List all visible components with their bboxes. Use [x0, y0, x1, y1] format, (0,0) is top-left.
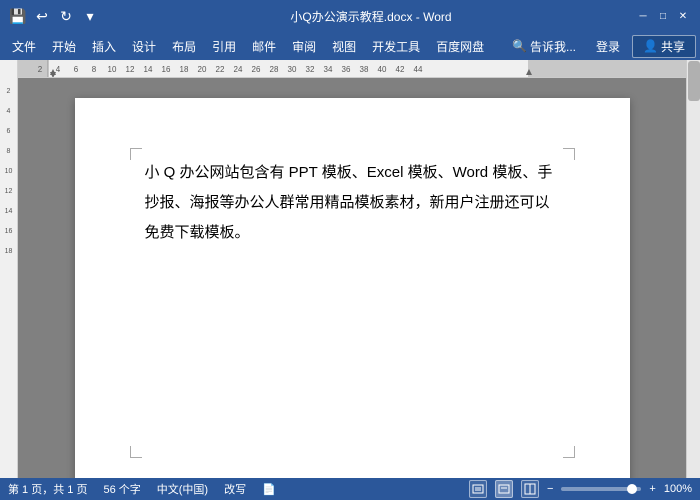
svg-text:34: 34: [324, 65, 333, 74]
svg-text:32: 32: [306, 65, 315, 74]
svg-text:38: 38: [360, 65, 369, 74]
svg-text:20: 20: [198, 65, 207, 74]
search-label: 告诉我...: [530, 38, 576, 55]
vertical-ruler: 2 4 6 8 10 12 14 16 18: [0, 60, 18, 478]
menu-layout[interactable]: 布局: [164, 33, 204, 59]
horizontal-ruler: 2 4 6 8 10 12 14 16 18 20 22 24 26 28 30…: [18, 60, 686, 78]
undo-icon[interactable]: ↩: [32, 6, 52, 26]
svg-text:12: 12: [126, 65, 135, 74]
person-icon: 👤: [643, 39, 658, 53]
page-info: 第 1 页，共 1 页: [8, 481, 87, 497]
header-right-actions: 🔍 告诉我... 登录 👤 共享: [504, 35, 696, 58]
document-content[interactable]: 小 Q 办公网站包含有 PPT 模板、Excel 模板、Word 模板、手抄报、…: [145, 158, 560, 248]
svg-text:16: 16: [162, 65, 171, 74]
ruler-num: 8: [0, 148, 17, 155]
corner-mark-bl: [130, 446, 142, 458]
ruler-num: 12: [0, 188, 17, 195]
svg-text:24: 24: [234, 65, 243, 74]
zoom-thumb[interactable]: [627, 484, 637, 494]
zoom-minus[interactable]: −: [547, 483, 553, 495]
quick-access-toolbar: 💾 ↩ ↻ ▾: [8, 6, 100, 26]
menu-insert[interactable]: 插入: [84, 33, 124, 59]
menu-file[interactable]: 文件: [4, 33, 44, 59]
svg-text:22: 22: [216, 65, 225, 74]
corner-mark-tl: [130, 148, 142, 160]
language: 中文(中国): [157, 481, 208, 497]
ruler-num: 2: [0, 88, 17, 95]
corner-mark-tr: [563, 148, 575, 160]
svg-text:40: 40: [378, 65, 387, 74]
svg-text:4: 4: [56, 65, 61, 74]
edit-mode: 改写: [224, 481, 246, 497]
status-bar: 第 1 页，共 1 页 56 个字 中文(中国) 改写 📄 − + 100%: [0, 478, 700, 500]
svg-text:30: 30: [288, 65, 297, 74]
redo-icon[interactable]: ↻: [56, 6, 76, 26]
ruler-container: 2 4 6 8 10 12 14 16 18 2 4 6 8 10 12: [0, 60, 700, 478]
view-read-button[interactable]: [469, 480, 487, 498]
ruler-num: 4: [0, 108, 17, 115]
ruler-num: 6: [0, 128, 17, 135]
svg-text:2: 2: [38, 65, 43, 74]
close-button[interactable]: ✕: [674, 7, 692, 25]
svg-text:14: 14: [144, 65, 153, 74]
menu-bar: 文件 开始 插入 设计 布局 引用 邮件 审阅 视图 开发工具 百度网盘 🔍 告…: [0, 32, 700, 60]
menu-mailings[interactable]: 邮件: [244, 33, 284, 59]
login-button[interactable]: 登录: [588, 36, 628, 57]
window-title: 小Q办公演示教程.docx - Word: [108, 8, 634, 25]
menu-review[interactable]: 审阅: [284, 33, 324, 59]
view-controls: − + 100%: [469, 480, 692, 498]
word-count: 56 个字: [103, 481, 140, 497]
scroll-thumb[interactable]: [688, 61, 700, 101]
zoom-slider[interactable]: [561, 487, 641, 491]
zoom-level: 100%: [664, 483, 692, 495]
restore-button[interactable]: □: [654, 7, 672, 25]
vertical-scrollbar[interactable]: [686, 60, 700, 478]
search-icon: 🔍: [512, 39, 527, 53]
svg-text:18: 18: [180, 65, 189, 74]
menu-design[interactable]: 设计: [124, 33, 164, 59]
customize-icon[interactable]: ▾: [80, 6, 100, 26]
ruler-num: 18: [0, 248, 17, 255]
view-print-button[interactable]: [495, 480, 513, 498]
svg-text:6: 6: [74, 65, 79, 74]
minimize-button[interactable]: ─: [634, 7, 652, 25]
svg-text:42: 42: [396, 65, 405, 74]
main-area: 2 4 6 8 10 12 14 16 18 20 22 24 26 28 30…: [18, 60, 686, 478]
menu-developer[interactable]: 开发工具: [364, 33, 428, 59]
ruler-num: 10: [0, 168, 17, 175]
svg-text:26: 26: [252, 65, 261, 74]
save-icon[interactable]: 💾: [8, 6, 28, 26]
menu-home[interactable]: 开始: [44, 33, 84, 59]
document-area[interactable]: 小 Q 办公网站包含有 PPT 模板、Excel 模板、Word 模板、手抄报、…: [18, 78, 686, 478]
corner-mark-br: [563, 446, 575, 458]
view-web-button[interactable]: [521, 480, 539, 498]
svg-text:36: 36: [342, 65, 351, 74]
ruler-num: 16: [0, 228, 17, 235]
menu-references[interactable]: 引用: [204, 33, 244, 59]
svg-text:44: 44: [414, 65, 423, 74]
search-button[interactable]: 🔍 告诉我...: [504, 36, 584, 57]
svg-text:8: 8: [92, 65, 97, 74]
document-page: 小 Q 办公网站包含有 PPT 模板、Excel 模板、Word 模板、手抄报、…: [75, 98, 630, 478]
menu-baidu[interactable]: 百度网盘: [428, 33, 492, 59]
svg-text:10: 10: [108, 65, 117, 74]
share-button[interactable]: 👤 共享: [632, 35, 696, 58]
ruler-num: 14: [0, 208, 17, 215]
svg-text:28: 28: [270, 65, 279, 74]
zoom-plus[interactable]: +: [649, 483, 655, 495]
menu-view[interactable]: 视图: [324, 33, 364, 59]
window-controls: ─ □ ✕: [634, 7, 692, 25]
share-label: 共享: [661, 38, 685, 55]
title-bar: 💾 ↩ ↻ ▾ 小Q办公演示教程.docx - Word ─ □ ✕: [0, 0, 700, 32]
document-icon: 📄: [262, 483, 276, 496]
